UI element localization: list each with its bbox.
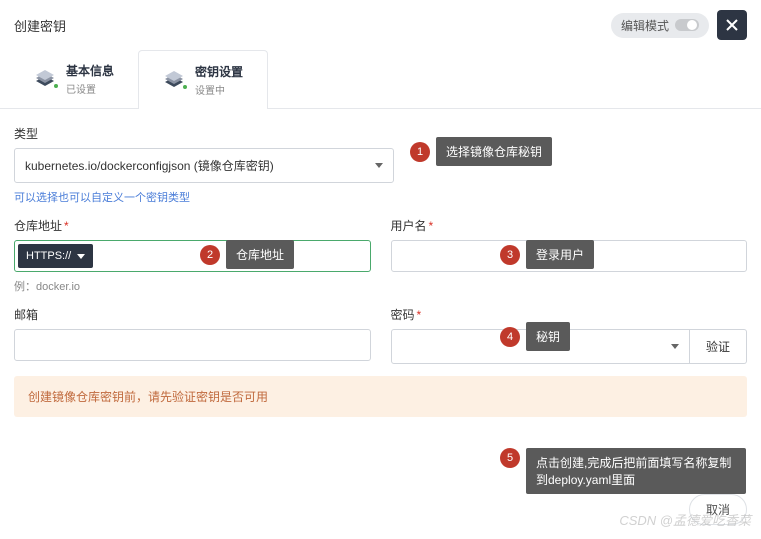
page-title: 创建密钥 [14, 16, 66, 35]
tab-label: 基本信息 [66, 62, 114, 79]
type-label: 类型 [14, 125, 394, 142]
close-button[interactable] [717, 10, 747, 40]
email-label: 邮箱 [14, 306, 371, 323]
repo-example: 例：docker.io [14, 278, 371, 294]
chevron-down-icon [375, 163, 383, 168]
toggle-switch-icon [675, 19, 699, 31]
username-label: 用户名* [391, 217, 748, 234]
tab-status: 设置中 [195, 82, 243, 97]
scheme-value: HTTPS:// [26, 250, 71, 262]
type-hint: 可以选择也可以自定义一个密钥类型 [14, 189, 394, 205]
edit-mode-label: 编辑模式 [621, 17, 669, 34]
annotation-2: 2 仓库地址 [200, 240, 294, 269]
tab-secret-settings[interactable]: 密钥设置 设置中 [138, 50, 268, 109]
tab-label: 密钥设置 [195, 63, 243, 80]
annotation-4: 4 秘钥 [500, 322, 570, 351]
email-input[interactable] [14, 329, 371, 361]
close-icon [725, 18, 739, 32]
type-select[interactable]: kubernetes.io/dockerconfigjson (镜像仓库密钥) [14, 148, 394, 183]
layers-icon [34, 70, 56, 88]
scheme-select[interactable]: HTTPS:// [18, 244, 93, 268]
warning-banner: 创建镜像仓库密钥前，请先验证密钥是否可用 [14, 376, 747, 417]
tabs: 基本信息 已设置 密钥设置 设置中 [0, 50, 761, 109]
layers-icon [163, 71, 185, 89]
watermark: CSDN @孟德爱吃香菜 [619, 510, 751, 529]
verify-button[interactable]: 验证 [690, 329, 747, 364]
annotation-3: 3 登录用户 [500, 240, 594, 269]
password-label: 密码* [391, 306, 748, 323]
chevron-down-icon [77, 254, 85, 259]
annotation-5: 5 点击创建,完成后把前面填写名称复制到deploy.yaml里面 [500, 448, 746, 494]
type-value: kubernetes.io/dockerconfigjson (镜像仓库密钥) [25, 157, 274, 174]
chevron-down-icon [671, 344, 679, 349]
tab-basic-info[interactable]: 基本信息 已设置 [10, 50, 138, 108]
repo-label: 仓库地址* [14, 217, 371, 234]
edit-mode-toggle[interactable]: 编辑模式 [611, 13, 709, 38]
annotation-1: 1 选择镜像仓库秘钥 [410, 137, 552, 166]
tab-status: 已设置 [66, 81, 114, 96]
repo-input-group: HTTPS:// [14, 240, 371, 272]
